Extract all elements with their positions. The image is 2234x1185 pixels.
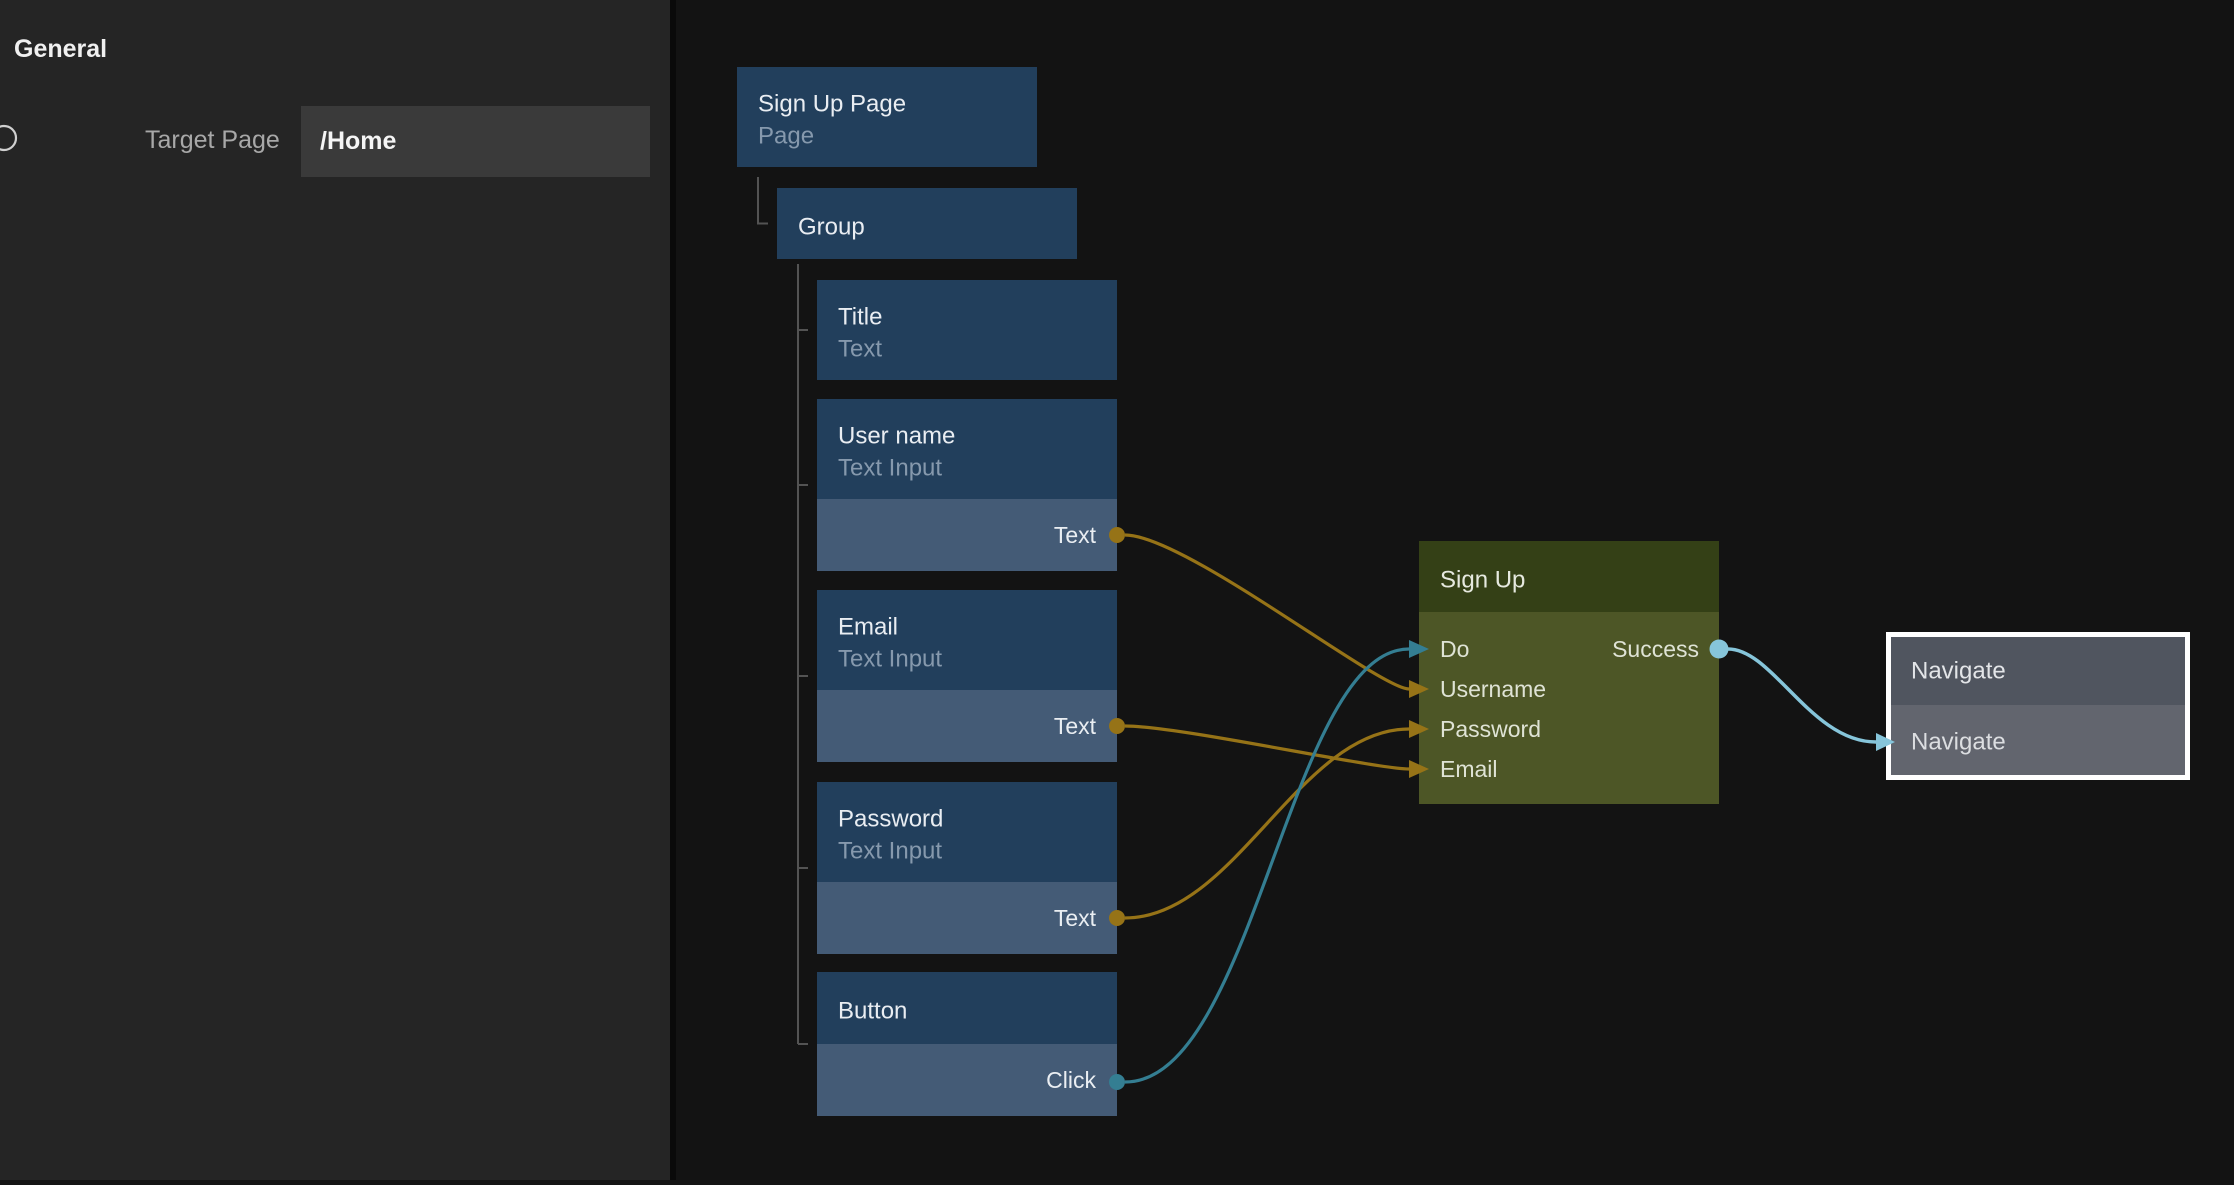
- svg-text:Do: Do: [1440, 636, 1469, 662]
- svg-text:Email: Email: [838, 614, 898, 641]
- svg-text:Password: Password: [1440, 716, 1541, 742]
- svg-text:Navigate: Navigate: [1911, 658, 2006, 685]
- svg-text:Text: Text: [1054, 522, 1097, 548]
- svg-text:Title: Title: [838, 304, 882, 331]
- svg-text:Success: Success: [1612, 636, 1699, 662]
- svg-text:General: General: [14, 35, 107, 63]
- svg-text:Text Input: Text Input: [838, 838, 942, 865]
- svg-text:Click: Click: [1046, 1067, 1096, 1093]
- svg-text:Password: Password: [838, 806, 943, 833]
- svg-text:Text Input: Text Input: [838, 455, 942, 482]
- svg-text:/Home: /Home: [320, 127, 397, 155]
- svg-text:Target Page: Target Page: [145, 126, 280, 154]
- svg-text:Navigate: Navigate: [1911, 729, 2006, 756]
- svg-text:Button: Button: [838, 998, 907, 1025]
- svg-text:Email: Email: [1440, 756, 1498, 782]
- svg-text:Text: Text: [838, 336, 882, 363]
- svg-text:Group: Group: [798, 214, 865, 241]
- svg-text:Text Input: Text Input: [838, 646, 942, 673]
- svg-text:Text: Text: [1054, 905, 1097, 931]
- svg-text:User name: User name: [838, 423, 955, 450]
- svg-text:Text: Text: [1054, 713, 1097, 739]
- svg-text:Sign Up: Sign Up: [1440, 567, 1525, 594]
- svg-text:Page: Page: [758, 123, 814, 150]
- svg-text:Sign Up Page: Sign Up Page: [758, 91, 906, 118]
- svg-text:Username: Username: [1440, 676, 1546, 702]
